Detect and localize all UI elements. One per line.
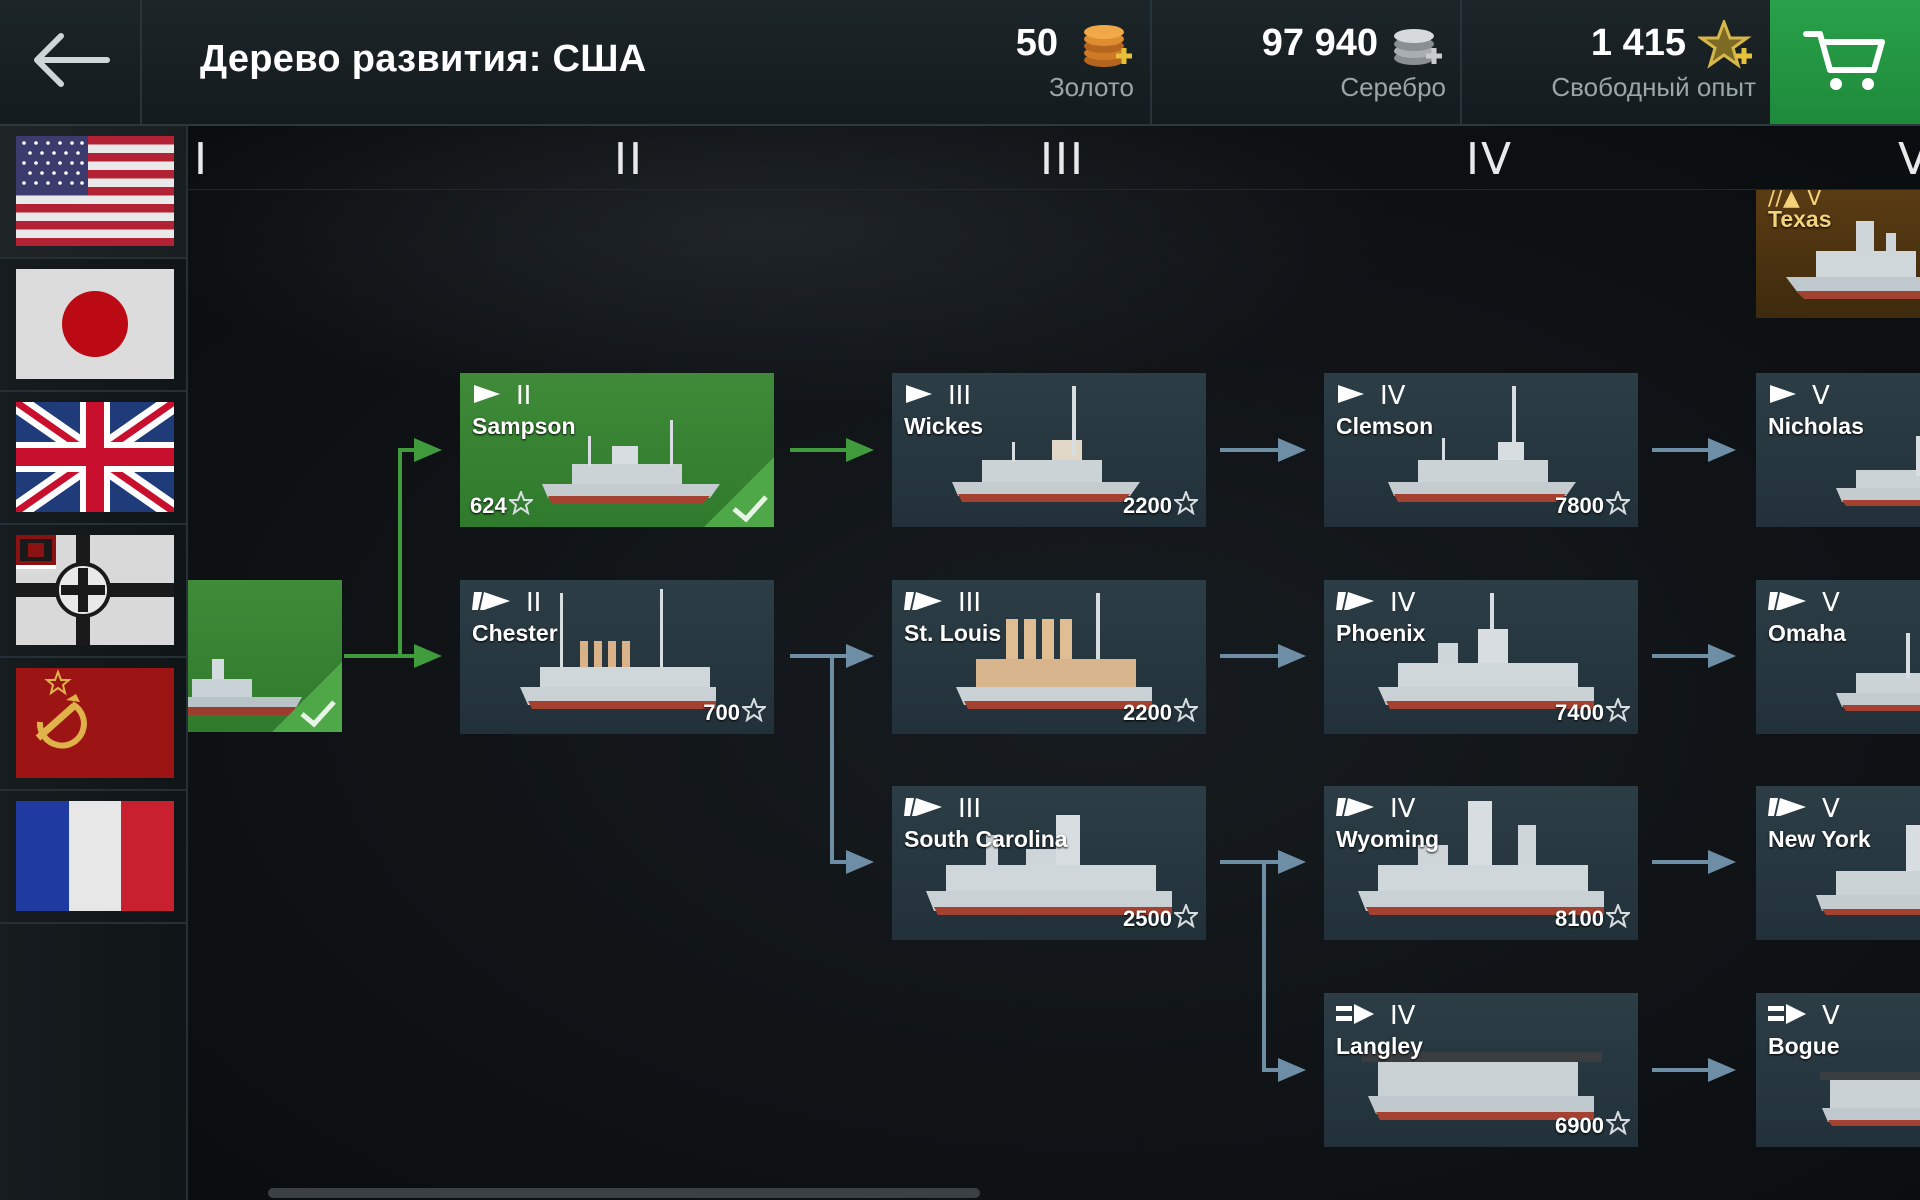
- ship-card-chester[interactable]: II Chester 700: [460, 580, 774, 734]
- ship-tier: V: [1822, 1001, 1840, 1031]
- destroyer-class-icon: [472, 383, 502, 410]
- link-tier1-tier2: [344, 448, 420, 658]
- ship-tier: V: [1822, 588, 1840, 618]
- battleship-class-icon: [1768, 796, 1808, 823]
- ship-card-south-carolina[interactable]: III South Carolina 2500: [892, 786, 1206, 940]
- cruiser-ship-icon: [520, 589, 720, 724]
- xp-star-icon: [1172, 696, 1200, 728]
- destroyer-class-icon: [1336, 383, 1366, 410]
- ship-card-nicholas[interactable]: V Nicholas: [1756, 373, 1920, 527]
- ship-card-phoenix[interactable]: IV Phoenix 7400: [1324, 580, 1638, 734]
- tech-tree-scene: Дерево развития: США 50 Золото 97 940 Се…: [0, 0, 1920, 1200]
- ship-header: V: [1768, 588, 1840, 618]
- ship-tier: V: [1812, 381, 1830, 411]
- ship-xp: 8100: [1555, 902, 1632, 934]
- ship-card-sampson[interactable]: II Sampson 624: [460, 373, 774, 527]
- destroyer-class-icon: [1768, 383, 1798, 410]
- ship-header: V: [1768, 1001, 1840, 1031]
- xp-star-icon: [1172, 489, 1200, 521]
- ship-xp: 624: [470, 489, 535, 521]
- cruiser-class-icon: [1336, 590, 1376, 617]
- ship-xp: 7800: [1555, 489, 1632, 521]
- xp-star-icon: [506, 489, 535, 521]
- ship-card-bogue[interactable]: V Bogue: [1756, 993, 1920, 1147]
- ship-name-wyoming: Wyoming: [1336, 826, 1440, 852]
- ship-card-clemson[interactable]: IV Clemson 7800: [1324, 373, 1638, 527]
- ship-name-clemson: Clemson: [1336, 413, 1434, 439]
- ship-card-new-york[interactable]: V New York: [1756, 786, 1920, 940]
- researched-check-icon: [704, 457, 774, 527]
- xp-star-icon: [740, 696, 768, 728]
- ship-name-chester: Chester: [472, 620, 558, 646]
- xp-star-icon: [1604, 1109, 1632, 1141]
- ship-xp: 2200: [1123, 696, 1200, 728]
- carrier-class-icon: [1768, 1003, 1808, 1030]
- xp-star-icon: [1604, 489, 1632, 521]
- researched-check-icon: [272, 662, 342, 732]
- destroyer-ship-icon: [952, 382, 1142, 517]
- ship-header: II: [472, 381, 532, 411]
- ship-tier: II: [516, 381, 532, 411]
- cruiser-class-icon: [904, 590, 944, 617]
- ship-card-texas[interactable]: Texas //▲ V: [1756, 190, 1920, 318]
- ship-name-nicholas: Nicholas: [1768, 413, 1864, 439]
- ship-card-wyoming[interactable]: IV Wyoming 8100: [1324, 786, 1638, 940]
- ship-xp: 6900: [1555, 1109, 1632, 1141]
- ship-name-omaha: Omaha: [1768, 620, 1846, 646]
- ship-name-langley: Langley: [1336, 1033, 1423, 1059]
- destroyer-ship-icon: [1388, 382, 1578, 517]
- ship-card-tier1[interactable]: [188, 580, 342, 732]
- destroyer-ship-icon: [1836, 432, 1920, 517]
- cruiser-ship-icon: [1836, 629, 1920, 724]
- cruiser-class-icon: [1768, 590, 1808, 617]
- link-arrowheads-blue: [846, 438, 1736, 1082]
- ship-card-langley[interactable]: IV Langley 6900: [1324, 993, 1638, 1147]
- ship-name-phoenix: Phoenix: [1336, 620, 1426, 646]
- ship-card-wickes[interactable]: III Wickes 2200: [892, 373, 1206, 527]
- ship-name-texas: Texas: [1768, 206, 1832, 232]
- ship-name-sampson: Sampson: [472, 413, 576, 439]
- ship-name-wickes: Wickes: [904, 413, 984, 439]
- link-lines-blue: [790, 448, 1712, 1072]
- ship-name-new-york: New York: [1768, 826, 1871, 852]
- xp-star-icon: [1172, 902, 1200, 934]
- horizontal-scrollbar[interactable]: [268, 1188, 980, 1198]
- ship-header: V: [1768, 381, 1830, 411]
- cruiser-class-icon: [472, 590, 512, 617]
- ship-name-south-carolina: South Carolina: [904, 826, 1068, 852]
- ship-xp: 7400: [1555, 696, 1632, 728]
- ship-xp: 2200: [1123, 489, 1200, 521]
- xp-star-icon: [1604, 902, 1632, 934]
- destroyer-class-icon: [904, 383, 934, 410]
- ship-xp: 700: [703, 696, 768, 728]
- ship-xp: 2500: [1123, 902, 1200, 934]
- ship-name-st-louis: St. Louis: [904, 620, 1002, 646]
- ship-card-st-louis[interactable]: III St. Louis 2200: [892, 580, 1206, 734]
- xp-star-icon: [1604, 696, 1632, 728]
- ship-card-omaha[interactable]: V Omaha: [1756, 580, 1920, 734]
- ship-name-bogue: Bogue: [1768, 1033, 1840, 1059]
